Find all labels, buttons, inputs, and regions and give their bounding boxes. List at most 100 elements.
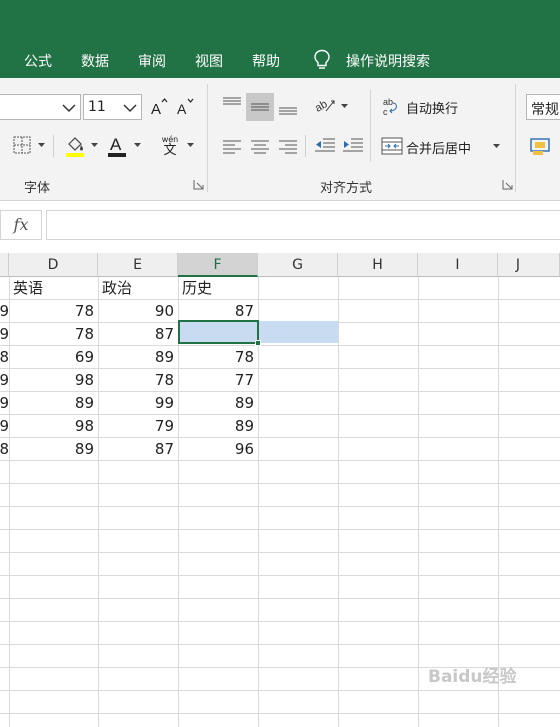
align-middle-button[interactable]: [246, 93, 274, 121]
row-stub[interactable]: 9: [0, 300, 9, 323]
align-left-icon[interactable]: [222, 138, 242, 154]
selection-range: [259, 321, 338, 343]
chevron-down-icon[interactable]: [37, 141, 46, 149]
table-cell[interactable]: 78: [98, 369, 178, 392]
gridline: [0, 598, 560, 599]
row-stub[interactable]: 9: [0, 415, 9, 438]
chevron-down-icon[interactable]: [186, 141, 195, 149]
group-separator: [515, 84, 516, 192]
row-stub[interactable]: 9: [0, 369, 9, 392]
menu-view[interactable]: 视图: [195, 51, 223, 71]
gridline: [0, 529, 560, 530]
cell-d-header[interactable]: 英语: [9, 277, 98, 300]
ribbon: 11 A A A wén 文 字体 ab ab c 自动换行 合并后居中 对齐方…: [0, 78, 560, 201]
table-cell[interactable]: 87: [98, 323, 178, 346]
align-bottom-icon[interactable]: [278, 100, 298, 116]
svg-text:A: A: [151, 101, 161, 117]
lightbulb-icon[interactable]: [313, 49, 331, 71]
wrap-text-button[interactable]: 自动换行: [406, 98, 458, 117]
table-cell[interactable]: 79: [98, 415, 178, 438]
row-stub[interactable]: 9: [0, 323, 9, 346]
menu-data[interactable]: 数据: [81, 51, 109, 71]
menu-review[interactable]: 审阅: [138, 51, 166, 71]
cell-e-header[interactable]: 政治: [98, 277, 178, 300]
table-cell[interactable]: 98: [9, 415, 98, 438]
row-stub[interactable]: 8: [0, 346, 9, 369]
column-header-e[interactable]: E: [98, 253, 178, 277]
chevron-down-icon[interactable]: [90, 141, 99, 149]
gridline: [0, 575, 560, 576]
phonetic-char: 文: [163, 143, 177, 158]
column-header-f[interactable]: F: [178, 253, 258, 277]
gridline: [0, 644, 560, 645]
table-cell[interactable]: 87: [98, 438, 178, 461]
phonetic-guide-button[interactable]: wén 文: [160, 135, 180, 159]
column-header-d[interactable]: D: [9, 253, 98, 277]
table-cell[interactable]: 78: [9, 300, 98, 323]
table-cell[interactable]: 78: [9, 323, 98, 346]
row-stub[interactable]: 8: [0, 438, 9, 461]
divider: [370, 90, 371, 162]
number-format-combo[interactable]: 常规: [526, 94, 560, 120]
table-cell[interactable]: 89: [178, 415, 258, 438]
column-header-g[interactable]: G: [258, 253, 338, 277]
merge-center-button[interactable]: 合并后居中: [406, 138, 471, 157]
table-cell[interactable]: 89: [98, 346, 178, 369]
table-cell[interactable]: 69: [9, 346, 98, 369]
wrap-text-icon[interactable]: ab c: [382, 96, 402, 116]
column-header-h[interactable]: H: [338, 253, 418, 277]
row-stub[interactable]: 9: [0, 392, 9, 415]
svg-text:A: A: [177, 101, 187, 117]
menu-formulas[interactable]: 公式: [24, 51, 52, 71]
fill-color-icon[interactable]: [64, 134, 86, 158]
cell-f-header[interactable]: 历史: [178, 277, 258, 300]
divider: [305, 135, 306, 157]
table-cell[interactable]: 90: [98, 300, 178, 323]
merge-center-icon[interactable]: [381, 137, 403, 155]
gridline: [0, 552, 560, 553]
formula-input[interactable]: [46, 210, 560, 240]
table-cell[interactable]: 98: [9, 369, 98, 392]
table-cell[interactable]: 77: [178, 369, 258, 392]
font-name-combo[interactable]: [0, 94, 81, 120]
table-cell[interactable]: 96: [178, 438, 258, 461]
tell-me-search[interactable]: 操作说明搜索: [346, 51, 430, 71]
column-header-c[interactable]: [0, 253, 9, 277]
decrease-font-size-icon[interactable]: A: [176, 97, 194, 117]
chevron-down-icon: [62, 104, 76, 113]
column-header-j[interactable]: J: [498, 253, 560, 277]
increase-font-size-icon[interactable]: A: [150, 97, 168, 117]
chevron-down-icon[interactable]: [492, 142, 501, 150]
table-cell[interactable]: 89: [178, 392, 258, 415]
svg-text:c: c: [383, 107, 388, 116]
table-cell[interactable]: 99: [98, 392, 178, 415]
menu-help[interactable]: 帮助: [252, 51, 280, 71]
chevron-down-icon[interactable]: [340, 102, 349, 110]
table-cell[interactable]: 89: [9, 438, 98, 461]
align-top-icon[interactable]: [222, 96, 242, 112]
gridline: [0, 690, 560, 691]
svg-text:A: A: [110, 135, 122, 154]
decrease-indent-icon[interactable]: [314, 137, 336, 155]
table-cell[interactable]: 87: [178, 300, 258, 323]
dialog-launcher-icon[interactable]: [502, 179, 513, 190]
table-cell[interactable]: [178, 323, 258, 346]
insert-function-button[interactable]: fx: [0, 210, 42, 240]
align-center-icon[interactable]: [250, 138, 270, 154]
table-cell[interactable]: 89: [9, 392, 98, 415]
dialog-launcher-icon[interactable]: [193, 179, 204, 190]
group-label-alignment: 对齐方式: [320, 181, 373, 196]
accounting-format-icon[interactable]: [530, 136, 552, 156]
column-header-i[interactable]: I: [418, 253, 498, 277]
svg-text:ab: ab: [314, 98, 330, 114]
border-icon[interactable]: [12, 136, 32, 154]
gridline: [0, 506, 560, 507]
font-color-icon[interactable]: A: [106, 134, 128, 158]
increase-indent-icon[interactable]: [342, 137, 364, 155]
orientation-icon[interactable]: ab: [314, 96, 336, 114]
font-size-value: 11: [88, 99, 106, 115]
align-right-icon[interactable]: [278, 138, 298, 154]
font-size-combo[interactable]: 11: [83, 94, 142, 120]
chevron-down-icon[interactable]: [133, 141, 142, 149]
table-cell[interactable]: 78: [178, 346, 258, 369]
